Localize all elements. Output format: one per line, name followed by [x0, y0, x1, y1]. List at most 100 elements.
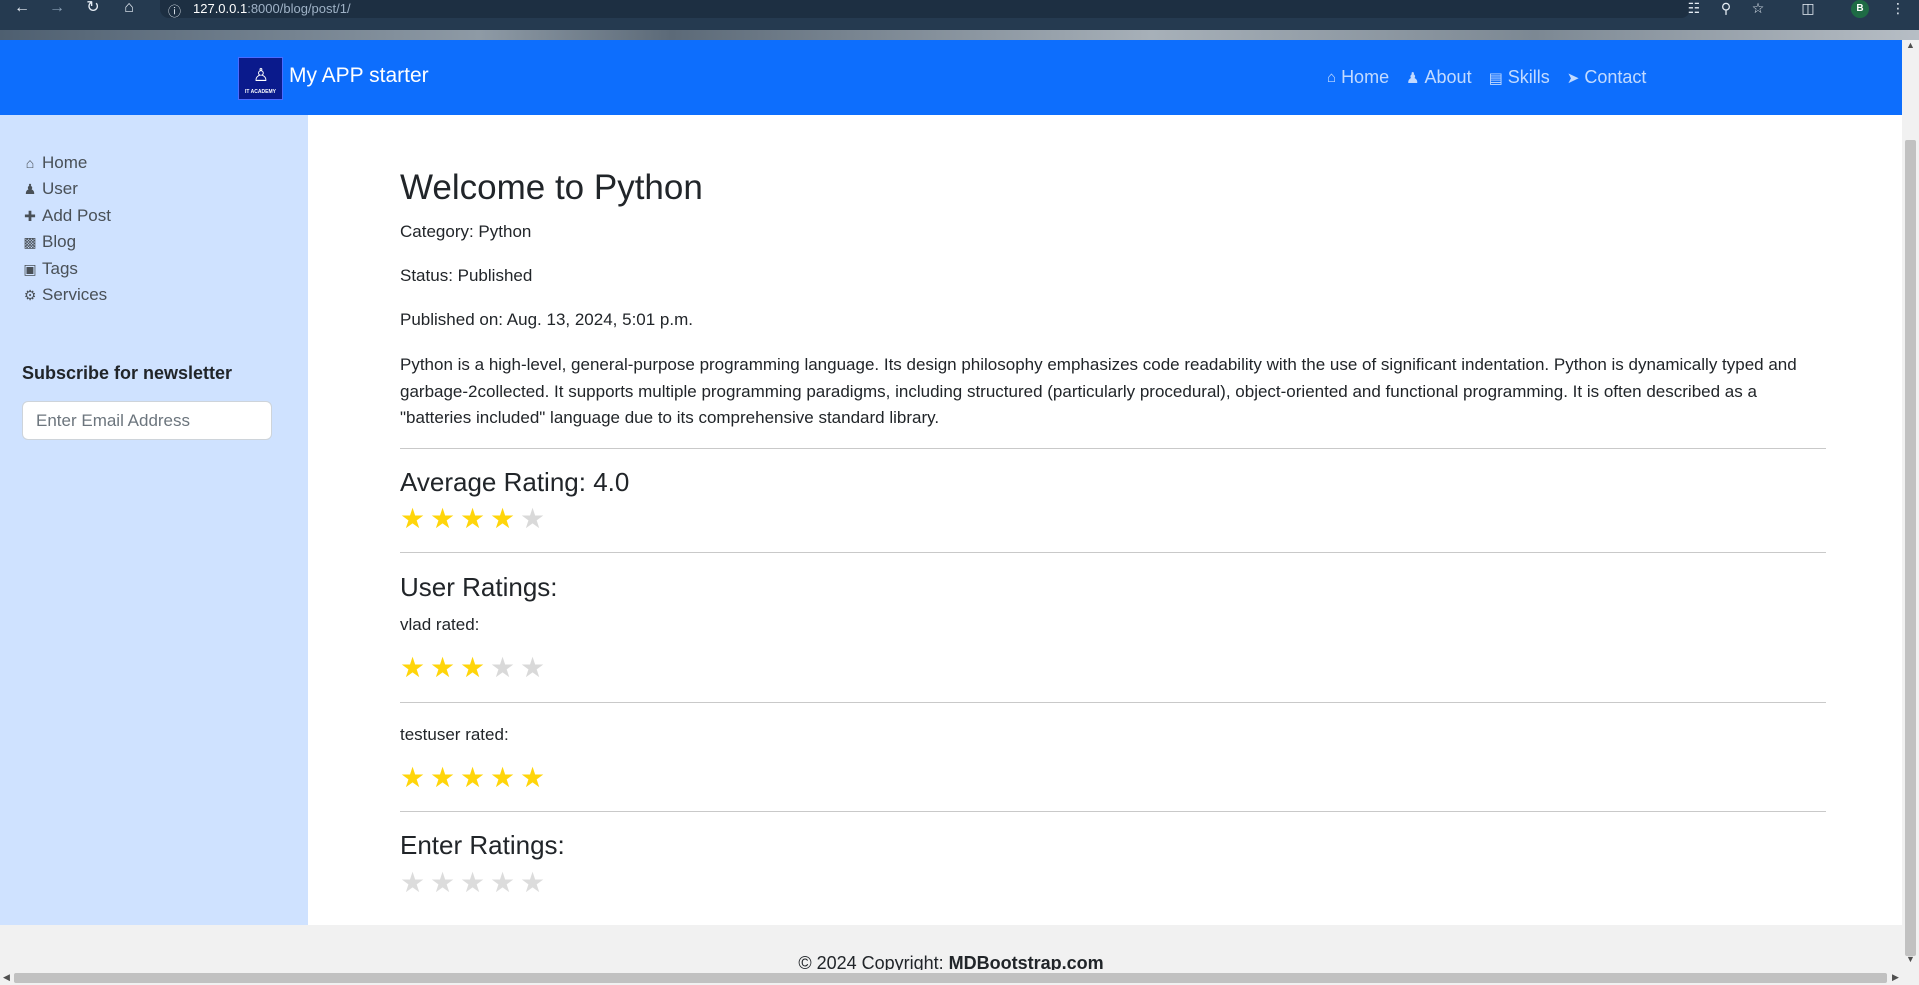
- user-rating-stars: ★ ★ ★ ★ ★: [398, 764, 547, 792]
- gears-icon: ⚙: [23, 286, 37, 303]
- sidebar-item-blog[interactable]: ▩ Blog: [22, 232, 76, 252]
- sidebar-item-add-post[interactable]: ✚ Add Post: [22, 206, 111, 226]
- paper-plane-icon: ➤: [1566, 69, 1580, 87]
- horizontal-scroll-thumb[interactable]: [14, 973, 1887, 983]
- sidebar-item-home[interactable]: ⌂ Home: [22, 153, 88, 173]
- filled-star-icon: ★: [519, 762, 546, 793]
- user-ratings-heading: User Ratings:: [400, 572, 558, 602]
- scroll-up-arrow-icon[interactable]: ▲: [1906, 40, 1915, 50]
- vertical-scrollbar[interactable]: ▲ ▼: [1902, 40, 1919, 970]
- extensions-icon[interactable]: ◫: [1798, 0, 1818, 18]
- nav-link-label: Contact: [1584, 67, 1647, 87]
- divider: [400, 811, 1826, 812]
- scroll-right-arrow-icon[interactable]: ▶: [1892, 972, 1899, 983]
- filled-star-icon: ★: [459, 762, 486, 793]
- decorative-banner-strip: [0, 30, 1919, 40]
- filled-star-icon: ★: [429, 503, 456, 534]
- sidebar-item-label: Blog: [42, 232, 77, 251]
- filled-star-icon: ★: [429, 762, 456, 793]
- sidebar: ⌂ Home ♟ User ✚ Add Post ▩ Blog ▣ Tags ⚙ Servi…: [0, 115, 308, 925]
- divider: [400, 552, 1826, 553]
- rating-star-input[interactable]: ★: [518, 869, 547, 897]
- menu-dots-icon[interactable]: ⋮: [1888, 0, 1908, 18]
- nav-link-label: About: [1424, 67, 1472, 87]
- briefcase-icon: ▣: [23, 260, 37, 277]
- filled-star-icon: ★: [429, 652, 456, 683]
- site-info-icon[interactable]: ⓘ: [168, 1, 181, 20]
- sidebar-item-services[interactable]: ⚙ Services: [22, 285, 107, 305]
- reload-icon[interactable]: ↻: [83, 0, 103, 18]
- newsletter-title: Subscribe for newsletter: [22, 363, 233, 383]
- scroll-down-arrow-icon[interactable]: ▼: [1906, 954, 1915, 964]
- empty-star-icon: ★: [519, 503, 546, 534]
- nav-links: ⌂ Home ♟ About ▤ Skills ➤ Contact: [1327, 67, 1646, 88]
- enter-rating-stars: ★ ★ ★ ★ ★: [398, 869, 547, 897]
- filled-star-icon: ★: [399, 652, 426, 683]
- average-rating-stars: ★ ★ ★ ★ ★: [398, 505, 547, 533]
- sidebar-item-label: User: [42, 179, 78, 198]
- sidebar-item-label: Tags: [42, 259, 78, 278]
- post-title: Welcome to Python: [400, 168, 703, 207]
- divider: [400, 448, 1826, 449]
- email-input[interactable]: [22, 401, 272, 440]
- book-icon: ▤: [1488, 69, 1503, 87]
- post-content: Welcome to Python Category: Python Statu…: [308, 115, 1902, 925]
- post-published-date: Published on: Aug. 13, 2024, 5:01 p.m.: [400, 310, 693, 329]
- sidebar-item-label: Home: [42, 153, 88, 172]
- filled-star-icon: ★: [399, 762, 426, 793]
- user-icon: ♟: [1406, 69, 1420, 87]
- zoom-icon[interactable]: ⚲: [1716, 0, 1736, 18]
- nav-link-contact[interactable]: ➤ Contact: [1567, 67, 1647, 88]
- browser-toolbar: ← → ↻ ⌂ ⓘ 127.0.0.1:8000/blog/post/1/ ☷ …: [0, 0, 1919, 40]
- rating-star-input[interactable]: ★: [458, 869, 487, 897]
- average-rating-heading: Average Rating: 4.0: [400, 467, 630, 497]
- filled-star-icon: ★: [459, 652, 486, 683]
- post-status: Status: Published: [400, 266, 533, 285]
- logo-text: IT ACADEMY: [245, 89, 276, 95]
- sidebar-item-tags[interactable]: ▣ Tags: [22, 259, 78, 279]
- user-icon: ♟: [23, 180, 37, 197]
- forward-arrow-icon[interactable]: →: [47, 0, 67, 18]
- home-icon[interactable]: ⌂: [119, 0, 139, 18]
- brand-name[interactable]: My APP starter: [289, 64, 429, 88]
- home-icon: ⌂: [1327, 69, 1337, 86]
- user-rating-stars: ★ ★ ★ ★ ★: [398, 654, 547, 682]
- translate-icon[interactable]: ☷: [1684, 0, 1704, 18]
- nav-link-about[interactable]: ♟ About: [1406, 67, 1472, 88]
- sticky-note-icon: ▩: [23, 233, 37, 250]
- url-host: 127.0.0.1: [193, 1, 248, 16]
- nav-link-label: Home: [1341, 67, 1390, 87]
- enter-ratings-heading: Enter Ratings:: [400, 830, 565, 860]
- profile-avatar[interactable]: B: [1851, 0, 1869, 18]
- sidebar-item-label: Add Post: [42, 206, 111, 225]
- climber-icon: ♙: [252, 65, 270, 85]
- nav-link-skills[interactable]: ▤ Skills: [1489, 67, 1550, 88]
- back-arrow-icon[interactable]: ←: [12, 0, 32, 18]
- divider: [400, 702, 1826, 703]
- sidebar-item-label: Services: [42, 285, 108, 304]
- filled-star-icon: ★: [459, 503, 486, 534]
- address-bar[interactable]: ⓘ 127.0.0.1:8000/blog/post/1/: [160, 0, 1690, 20]
- post-body: Python is a high-level, general-purpose …: [400, 355, 1797, 427]
- brand-logo[interactable]: ♙ IT ACADEMY: [238, 57, 283, 100]
- nav-link-home[interactable]: ⌂ Home: [1327, 67, 1389, 88]
- rating-star-input[interactable]: ★: [428, 869, 457, 897]
- user-rating-label: testuser rated:: [400, 725, 509, 744]
- plus-icon: ✚: [24, 207, 36, 224]
- sidebar-item-user[interactable]: ♟ User: [22, 179, 78, 199]
- rating-star-input[interactable]: ★: [488, 869, 517, 897]
- post-category: Category: Python: [400, 222, 532, 241]
- vertical-scroll-thumb[interactable]: [1905, 140, 1916, 956]
- nav-link-label: Skills: [1507, 67, 1550, 87]
- home-icon: ⌂: [25, 155, 35, 171]
- user-rating-label: vlad rated:: [400, 615, 480, 634]
- scroll-left-arrow-icon[interactable]: ◀: [3, 972, 10, 983]
- filled-star-icon: ★: [399, 503, 426, 534]
- filled-star-icon: ★: [489, 503, 516, 534]
- filled-star-icon: ★: [489, 762, 516, 793]
- rating-star-input[interactable]: ★: [398, 869, 427, 897]
- empty-star-icon: ★: [519, 652, 546, 683]
- bookmark-star-icon[interactable]: ☆: [1748, 0, 1768, 18]
- url-text[interactable]: 127.0.0.1:8000/blog/post/1/: [193, 1, 351, 16]
- horizontal-scrollbar[interactable]: ◀ ▶: [0, 970, 1919, 985]
